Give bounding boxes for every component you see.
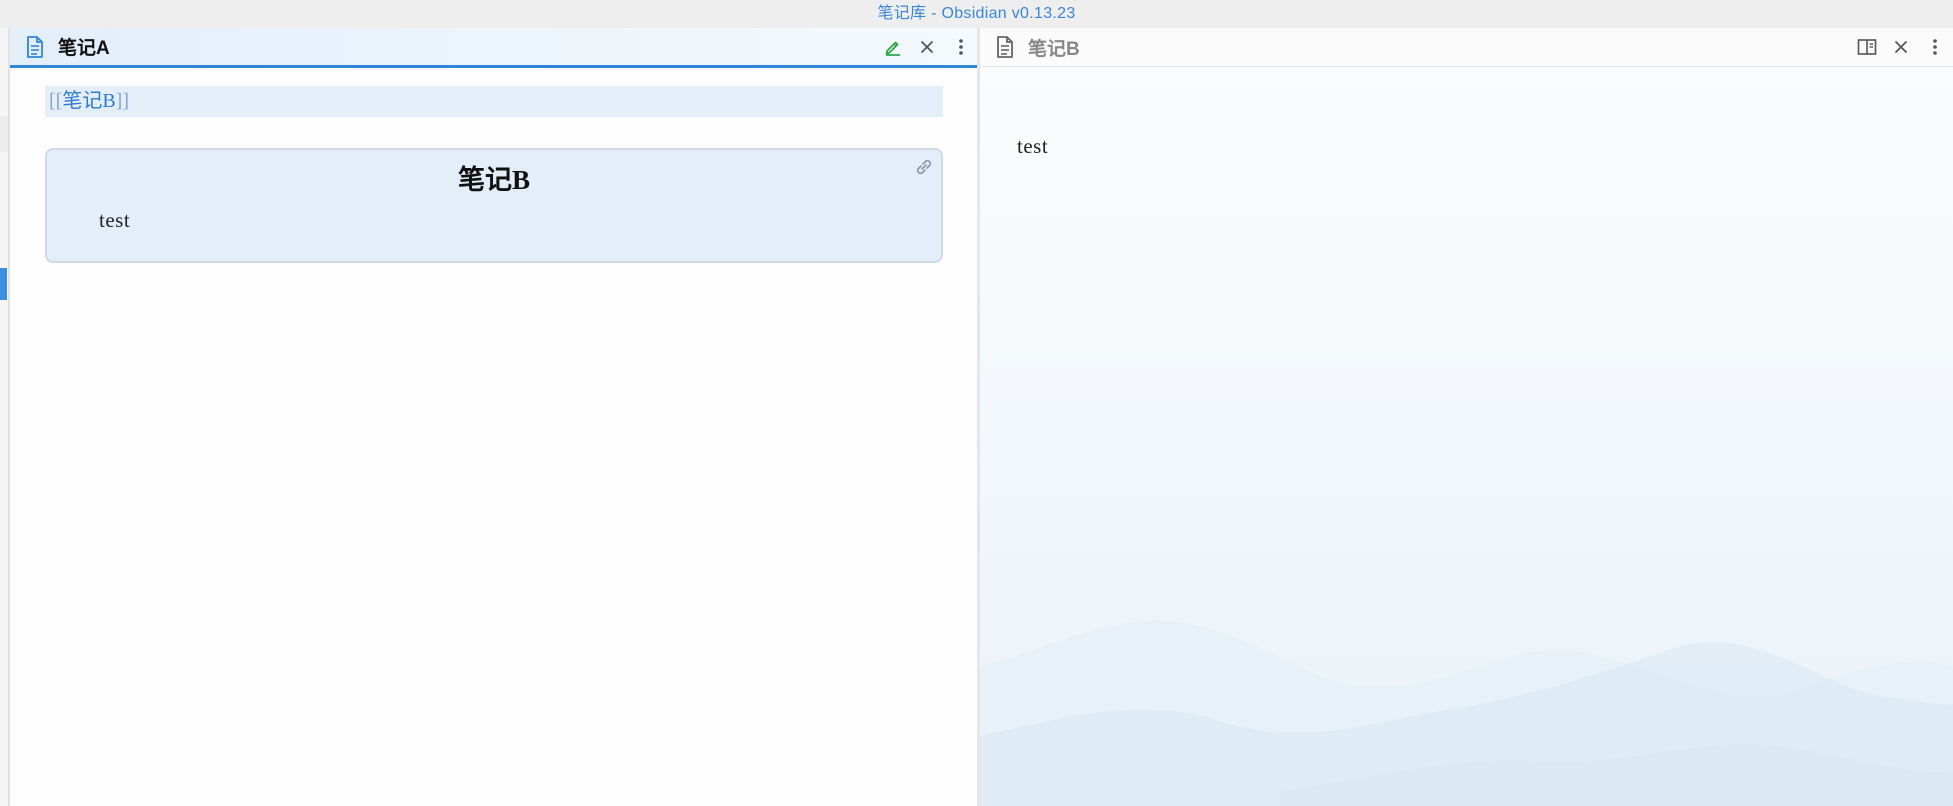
left-sidebar-strip	[0, 28, 8, 806]
close-icon[interactable]	[917, 37, 937, 57]
pane-actions	[883, 37, 971, 57]
open-link-icon[interactable]	[911, 154, 937, 180]
preview-body-text: test	[1017, 134, 1049, 158]
document-icon	[24, 35, 46, 58]
internal-link[interactable]: 笔记B	[62, 90, 115, 112]
more-options-icon[interactable]	[951, 37, 971, 57]
document-icon	[994, 36, 1016, 58]
reading-mode-icon[interactable]	[1857, 37, 1877, 57]
more-options-icon[interactable]	[1925, 37, 1945, 57]
preview-content: test	[980, 68, 1953, 806]
link-open-bracket: [[	[49, 90, 63, 112]
wiki-link-line[interactable]: [[笔记B]]	[45, 86, 943, 117]
tab-title[interactable]: 笔记B	[1028, 34, 1080, 61]
editor-content[interactable]: [[笔记B]] 笔记B test	[10, 68, 979, 806]
pane-actions	[1857, 37, 1945, 57]
embed-title: 笔记B	[457, 165, 530, 195]
left-pane-header: 笔记A	[10, 28, 979, 68]
link-close-bracket: ]]	[115, 90, 129, 112]
sidebar-active-indicator[interactable]	[0, 268, 7, 300]
embedded-note: 笔记B test	[45, 148, 943, 263]
embed-body-text: test	[99, 208, 131, 232]
right-pane: 笔记B test	[980, 28, 1953, 806]
tab-title[interactable]: 笔记A	[58, 33, 110, 60]
right-pane-header: 笔记B	[980, 28, 1953, 67]
sidebar-item-indicator[interactable]	[0, 116, 8, 152]
edit-pencil-icon[interactable]	[883, 37, 903, 57]
close-icon[interactable]	[1891, 37, 1911, 57]
window-title: 笔记库 - Obsidian v0.13.23	[0, 0, 1953, 28]
left-pane: 笔记A [[笔记B]] 笔记B test	[8, 28, 979, 806]
